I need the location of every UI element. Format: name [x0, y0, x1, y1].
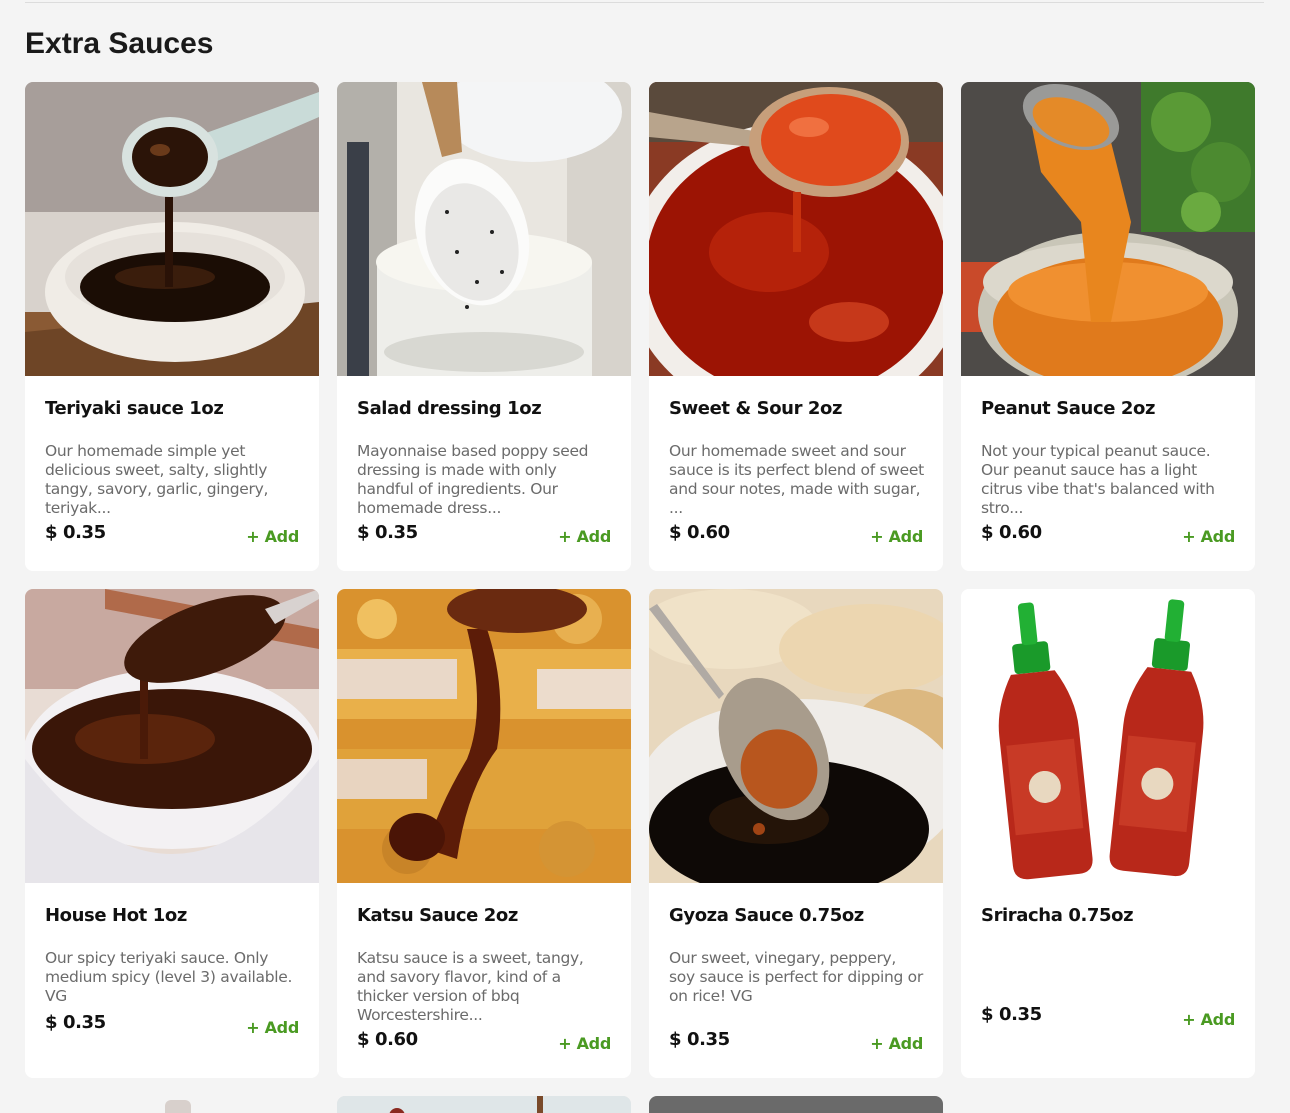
item-description: Mayonnaise based poppy seed dressing is …: [357, 442, 589, 517]
item-price: $ 0.35: [669, 1029, 730, 1050]
item-name: House Hot 1oz: [45, 905, 187, 926]
item-photo: [961, 82, 1255, 376]
menu-item-card[interactable]: Peanut Sauce 2oz Not your typical peanut…: [961, 82, 1255, 571]
menu-page: Extra Sauces Teriyaki sauce 1oz Our home…: [0, 0, 1290, 1113]
item-photo: [337, 1096, 631, 1113]
next-row-peek: [25, 1096, 1255, 1113]
menu-item-card[interactable]: Sriracha 0.75oz $ 0.35 + Add: [961, 589, 1255, 1078]
add-button[interactable]: + Add: [246, 1018, 299, 1037]
item-name: Sriracha 0.75oz: [981, 905, 1134, 926]
item-price: $ 0.60: [981, 522, 1042, 543]
add-button[interactable]: + Add: [558, 527, 611, 546]
item-name: Teriyaki sauce 1oz: [45, 398, 224, 419]
divider: [25, 2, 1264, 3]
menu-item-card[interactable]: Salad dressing 1oz Mayonnaise based popp…: [337, 82, 631, 571]
add-button[interactable]: + Add: [870, 527, 923, 546]
menu-item-card[interactable]: House Hot 1oz Our spicy teriyaki sauce. …: [25, 589, 319, 1078]
item-price: $ 0.35: [45, 1012, 106, 1033]
item-description: Our homemade simple yet delicious sweet,…: [45, 442, 269, 517]
item-photo: [649, 1096, 943, 1113]
item-name: Sweet & Sour 2oz: [669, 398, 843, 419]
item-photo: [25, 82, 319, 376]
add-button[interactable]: + Add: [1182, 527, 1235, 546]
item-name: Katsu Sauce 2oz: [357, 905, 518, 926]
section-title: Extra Sauces: [25, 27, 214, 60]
item-photo: [25, 1096, 319, 1113]
item-price: $ 0.60: [357, 1029, 418, 1050]
add-button[interactable]: + Add: [1182, 1010, 1235, 1029]
menu-item-card[interactable]: Gyoza Sauce 0.75oz Our sweet, vinegary, …: [649, 589, 943, 1078]
item-price: $ 0.35: [981, 1004, 1042, 1025]
add-button[interactable]: + Add: [558, 1034, 611, 1053]
item-name: Gyoza Sauce 0.75oz: [669, 905, 864, 926]
item-photo: [337, 589, 631, 883]
menu-item-card[interactable]: Teriyaki sauce 1oz Our homemade simple y…: [25, 82, 319, 571]
menu-item-card[interactable]: Sweet & Sour 2oz Our homemade sweet and …: [649, 82, 943, 571]
add-button[interactable]: + Add: [870, 1034, 923, 1053]
item-photo: [337, 82, 631, 376]
menu-item-card[interactable]: Katsu Sauce 2oz Katsu sauce is a sweet, …: [337, 589, 631, 1078]
item-price: $ 0.35: [357, 522, 418, 543]
item-photo: [649, 82, 943, 376]
item-photo: [25, 589, 319, 883]
item-description: Katsu sauce is a sweet, tangy, and savor…: [357, 949, 584, 1024]
item-name: Peanut Sauce 2oz: [981, 398, 1156, 419]
item-description: Our spicy teriyaki sauce. Only medium sp…: [45, 949, 293, 1005]
menu-grid: Teriyaki sauce 1oz Our homemade simple y…: [25, 82, 1255, 1078]
item-price: $ 0.60: [669, 522, 730, 543]
item-photo: [961, 589, 1255, 883]
item-description: Not your typical peanut sauce. Our peanu…: [981, 442, 1215, 517]
item-description: Our sweet, vinegary, peppery, soy sauce …: [669, 949, 923, 1005]
item-photo: [649, 589, 943, 883]
item-price: $ 0.35: [45, 522, 106, 543]
item-description: Our homemade sweet and sour sauce is its…: [669, 442, 924, 517]
item-name: Salad dressing 1oz: [357, 398, 542, 419]
add-button[interactable]: + Add: [246, 527, 299, 546]
